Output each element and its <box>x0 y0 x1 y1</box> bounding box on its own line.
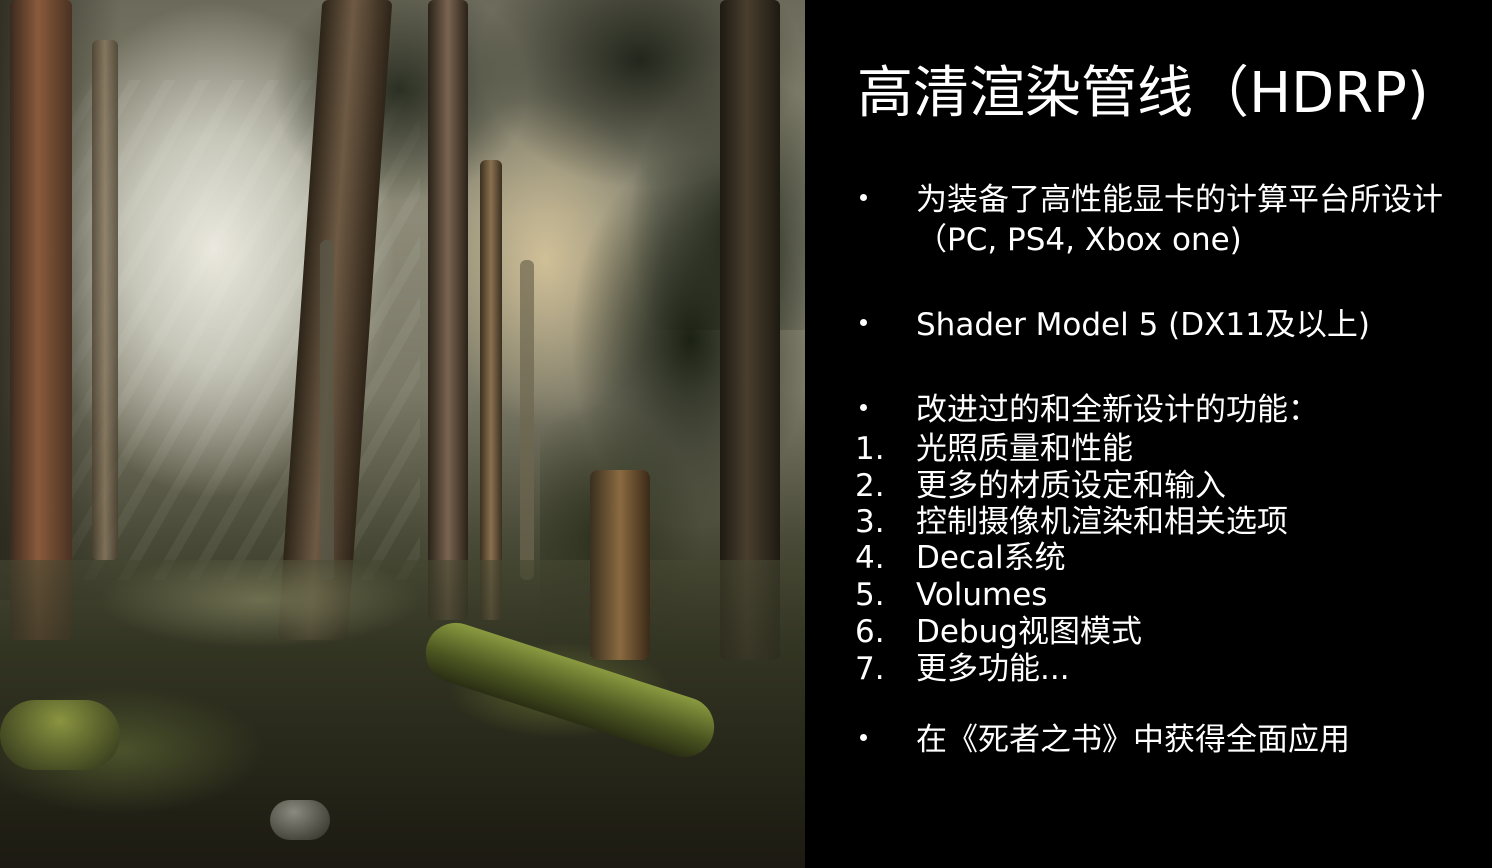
feature-number: 3. <box>855 504 885 540</box>
forest-image <box>0 0 805 868</box>
bullet-item: 为装备了高性能显卡的计算平台所设计（PC, PS4, Xbox one) <box>855 180 1485 260</box>
bullet-item: Shader Model 5 (DX11及以上) <box>855 305 1485 345</box>
tree-trunk <box>520 260 534 580</box>
bullet-text: 为装备了高性能显卡的计算平台所设计（PC, PS4, Xbox one) <box>916 182 1443 258</box>
bullet-dot-icon <box>855 305 895 345</box>
slide: 高清渲染管线（HDRP) 为装备了高性能显卡的计算平台所设计（PC, PS4, … <box>0 0 1492 868</box>
feature-text: 控制摄像机渲染和相关选项 <box>916 504 1288 540</box>
bullet-item: 改进过的和全新设计的功能： <box>855 390 1485 430</box>
bullet-dot-icon <box>855 390 895 430</box>
tree-trunk <box>10 0 72 640</box>
tree-stump <box>590 470 650 660</box>
rock <box>270 800 330 840</box>
feature-number: 2. <box>855 468 885 504</box>
feature-number: 4. <box>855 540 885 576</box>
bullet-item: 在《死者之书》中获得全面应用 <box>855 720 1485 760</box>
feature-number: 1. <box>855 431 885 467</box>
tree-trunk <box>320 240 334 580</box>
feature-text: Debug视图模式 <box>916 614 1142 650</box>
feature-text: 更多功能... <box>916 651 1070 687</box>
feature-number: 7. <box>855 651 885 687</box>
feature-text: 光照质量和性能 <box>916 431 1133 467</box>
slide-title: 高清渲染管线（HDRP) <box>857 61 1429 126</box>
feature-text: Decal系统 <box>916 540 1066 576</box>
text-panel: 高清渲染管线（HDRP) 为装备了高性能显卡的计算平台所设计（PC, PS4, … <box>805 0 1492 868</box>
bullet-text: 在《死者之书》中获得全面应用 <box>916 722 1350 758</box>
feature-number: 6. <box>855 614 885 650</box>
tree-trunk <box>480 160 502 620</box>
bullet-text: Shader Model 5 (DX11及以上) <box>916 307 1370 343</box>
bullet-dot-icon <box>855 180 895 220</box>
bullet-dot-icon <box>855 720 895 760</box>
feature-text: 更多的材质设定和输入 <box>916 468 1226 504</box>
moss-rock <box>0 700 120 770</box>
tree-trunk <box>428 0 468 620</box>
feature-number: 5. <box>855 577 885 613</box>
feature-text: Volumes <box>916 577 1048 613</box>
tree-trunk <box>92 40 118 560</box>
bullet-text: 改进过的和全新设计的功能： <box>916 392 1319 428</box>
